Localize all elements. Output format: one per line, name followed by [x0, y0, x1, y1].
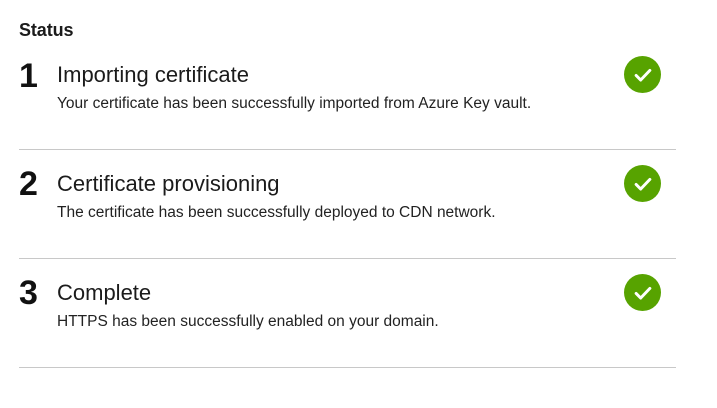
status-step-3: 3 Complete HTTPS has been successfully e…: [19, 259, 676, 368]
step-content: Importing certificate Your certificate h…: [57, 61, 531, 114]
step-title: Certificate provisioning: [57, 171, 280, 196]
step-description: The certificate has been successfully de…: [57, 204, 496, 221]
status-step-1: 1 Importing certificate Your certificate…: [19, 42, 676, 150]
status-steps-list: 1 Importing certificate Your certificate…: [19, 42, 676, 368]
step-title: Complete: [57, 280, 152, 305]
checkmark-circle-icon: [624, 56, 661, 93]
step-number: 2: [19, 165, 38, 203]
checkmark-circle-icon: [624, 274, 661, 311]
step-number: 1: [19, 57, 38, 95]
step-description: HTTPS has been successfully enabled on y…: [57, 313, 439, 330]
step-content: Certificate provisioning The certificate…: [57, 170, 496, 223]
status-heading: Status: [19, 20, 74, 40]
step-number: 3: [19, 274, 38, 312]
step-content: Complete HTTPS has been successfully ena…: [57, 279, 439, 332]
checkmark-circle-icon: [624, 165, 661, 202]
step-title: Importing certificate: [57, 62, 249, 87]
status-step-2: 2 Certificate provisioning The certifica…: [19, 150, 676, 259]
step-description: Your certificate has been successfully i…: [57, 95, 532, 112]
